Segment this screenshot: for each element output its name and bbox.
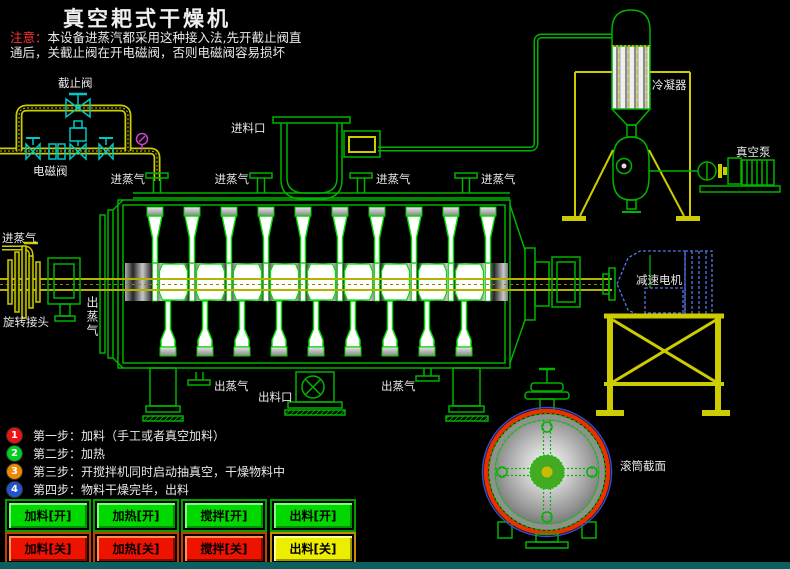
rake-blades — [152, 262, 491, 302]
feed-port-label: 进料口 — [231, 121, 266, 135]
gear-motor-label: 减速电机 — [636, 273, 682, 287]
steam-out-label-br: 出蒸气 — [381, 379, 416, 393]
step-2-badge: 2 — [6, 444, 23, 462]
discharge-off-button[interactable]: 出料[关] — [274, 536, 352, 561]
warning-tag: 注意： — [10, 30, 48, 45]
step-3-text: 第三步：开搅拌机同时启动抽真空，干燥物料中 — [33, 464, 286, 479]
condenser-vessel — [611, 9, 651, 138]
warning-note: 注意：本设备进蒸汽都采用这种接入法,先开截止阀直 通后，关截止阀在开电磁阀，否则… — [10, 30, 302, 60]
rotary-joint-label: 旋转接头 — [3, 315, 49, 329]
sight-glass — [343, 130, 381, 158]
steam-in-label-left: 进蒸气 — [2, 231, 37, 245]
discharge-assembly — [284, 371, 346, 416]
drum-cross-section — [481, 367, 613, 549]
stir-off-button[interactable]: 搅拌[关] — [185, 536, 263, 561]
step-2-text: 第二步：加热 — [33, 446, 106, 461]
warning-line2: 通后，关截止阀在开电磁阀，否则电磁阀容易损坏 — [10, 45, 286, 60]
vacuum-pump-label: 真空泵 — [736, 145, 771, 159]
stop-valve-label: 截止阀 — [58, 76, 93, 90]
steam-in-label-4: 进蒸气 — [481, 172, 516, 186]
step-row: 4 第四步：物料干燥完毕，出料 — [6, 480, 285, 498]
step-row: 1 第一步：加料（手工或者真空加料） — [6, 426, 285, 444]
steam-outlet-nozzle-left — [187, 372, 211, 386]
steam-inlet-nozzles — [145, 172, 478, 193]
step-4-text: 第四步：物料干燥完毕，出料 — [33, 482, 190, 497]
stir-on-button[interactable]: 搅拌[开] — [185, 503, 263, 528]
warning-line1: 本设备进蒸汽都采用这种接入法,先开截止阀直 — [47, 30, 302, 45]
steam-in-label-1: 进蒸气 — [111, 172, 146, 186]
procedure-steps: 1 第一步：加料（手工或者真空加料） 2 第二步：加热 3 第三步：开搅拌机同时… — [6, 426, 285, 498]
feed-on-button[interactable]: 加料[开] — [9, 503, 87, 528]
steam-out-label-vertical: 出蒸气 — [85, 296, 99, 338]
condenser-label: 冷凝器 — [652, 78, 687, 92]
vacuum-line — [378, 33, 612, 152]
feed-off-button[interactable]: 加料[关] — [9, 536, 87, 561]
step-row: 2 第二步：加热 — [6, 444, 285, 462]
rake-teeth-bottom — [159, 300, 473, 357]
hmi-screen: 截止阀 电磁阀 进蒸气 旋转接头 进蒸气 进蒸气 进蒸气 进蒸气 进料口 出蒸气… — [0, 0, 790, 569]
steam-manifold — [133, 192, 510, 199]
feed-hopper — [272, 116, 351, 200]
step-4-badge: 4 — [6, 480, 23, 498]
rake-teeth-top — [146, 206, 497, 264]
heat-off-button[interactable]: 加热[关] — [97, 536, 175, 561]
bottom-edge-bar — [0, 562, 790, 569]
manhole-assembly — [524, 367, 570, 411]
rotary-joint — [7, 245, 41, 319]
step-1-badge: 1 — [6, 426, 23, 444]
steam-out-label-bl: 出蒸气 — [214, 379, 249, 393]
step-3-badge: 3 — [6, 462, 23, 480]
separator-vessel — [612, 136, 650, 213]
discharge-on-button[interactable]: 出料[开] — [274, 503, 352, 528]
heat-on-button[interactable]: 加热[开] — [97, 503, 175, 528]
step-1-text: 第一步：加料（手工或者真空加料） — [33, 428, 226, 443]
motor-stand — [596, 313, 730, 416]
step-row: 3 第三步：开搅拌机同时启动抽真空，干燥物料中 — [6, 462, 285, 480]
discharge-port-label: 出料口 — [258, 390, 293, 404]
steam-in-label-2: 进蒸气 — [215, 172, 250, 186]
steam-in-label-3: 进蒸气 — [376, 172, 411, 186]
solenoid-valve-label: 电磁阀 — [33, 164, 68, 178]
page-title: 真空耙式干燥机 — [63, 7, 231, 31]
drum-section-label: 滚筒截面 — [620, 459, 666, 473]
steam-outlet-nozzle-right — [415, 368, 440, 382]
shaft-coupling — [551, 256, 616, 308]
